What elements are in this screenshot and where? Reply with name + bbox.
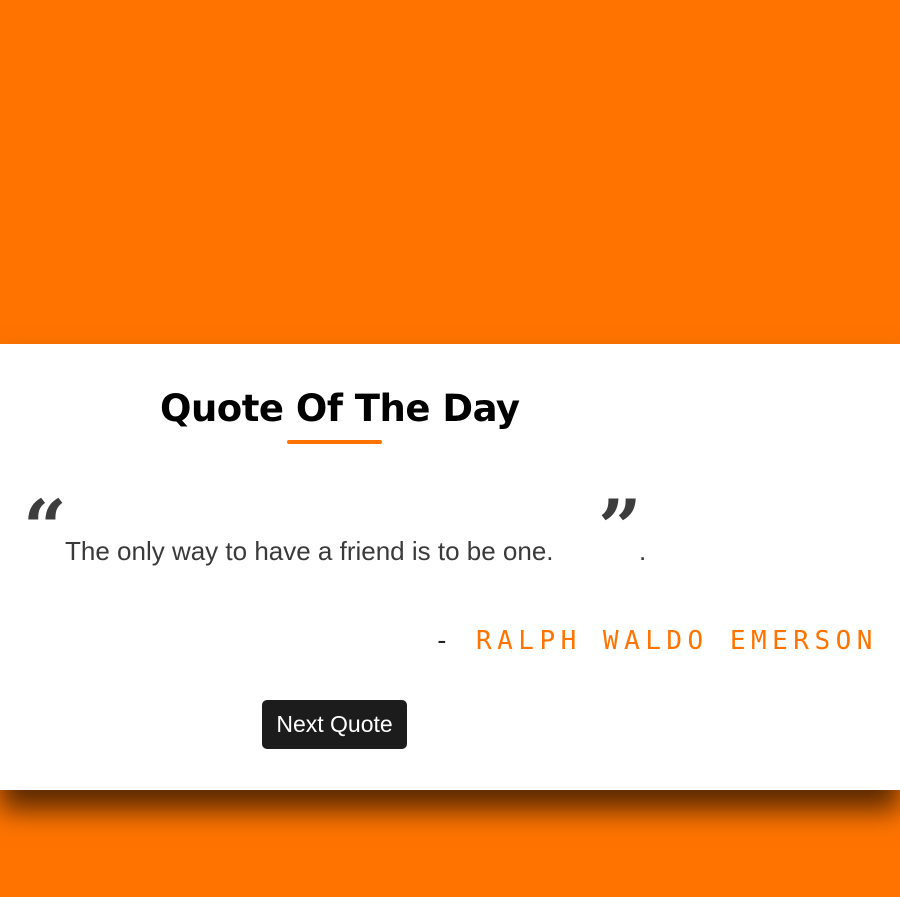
quote-text: The only way to have a friend is to be o… — [65, 536, 554, 566]
open-quote-icon: “ — [23, 483, 67, 572]
page-title: Quote Of The Day — [160, 387, 520, 430]
quote-trailing-dot: . — [639, 536, 647, 566]
author-name: RALPH WALDO EMERSON — [476, 626, 878, 656]
author-dash: - — [434, 626, 450, 656]
next-quote-button[interactable]: Next Quote — [262, 700, 407, 749]
page-background: Quote Of The Day “ The only way to have … — [0, 0, 900, 897]
title-underline — [287, 440, 382, 444]
close-quote-icon: ” — [598, 483, 642, 572]
